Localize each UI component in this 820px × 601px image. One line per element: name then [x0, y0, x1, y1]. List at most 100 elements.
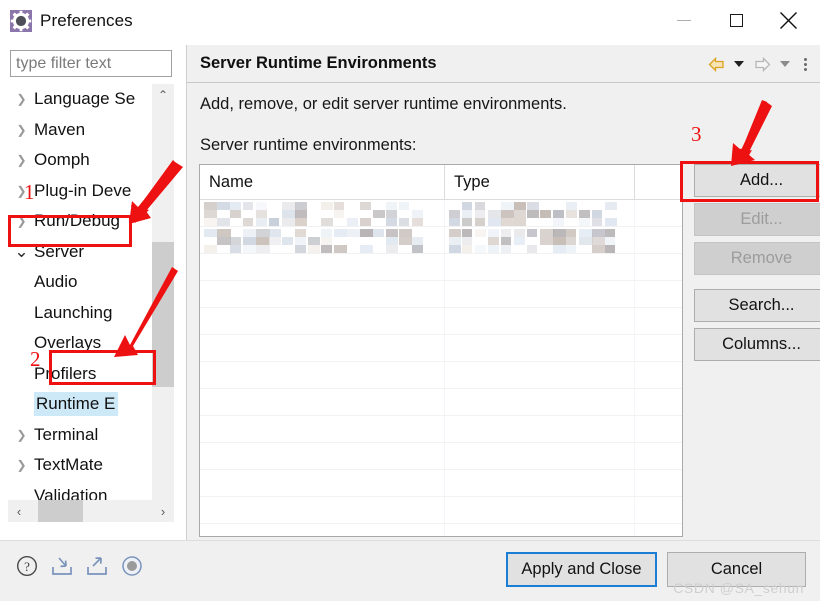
back-arrow-icon[interactable]: [706, 52, 726, 76]
tree-item-oomph[interactable]: ❯ Oomph: [8, 145, 158, 176]
tree-hscroll-thumb[interactable]: [38, 500, 83, 522]
redacted-pixel: [514, 210, 526, 218]
tree-item-language-se[interactable]: ❯ Language Se: [8, 84, 158, 115]
page-header: Server Runtime Environments: [187, 45, 820, 83]
redacted-pixel: [475, 245, 486, 253]
server-runtime-table[interactable]: Name Type: [199, 164, 683, 537]
redacted-pixel: [475, 202, 485, 210]
table-cell: [445, 335, 635, 361]
redacted-pixel: [334, 202, 344, 210]
tree-horizontal-scrollbar[interactable]: ‹ ›: [8, 500, 174, 522]
export-icon[interactable]: [84, 553, 110, 579]
vertical-dots-icon[interactable]: [798, 52, 812, 76]
chevron-right-icon[interactable]: ❯: [15, 428, 28, 442]
redacted-pixel: [488, 210, 502, 218]
window-controls: [658, 0, 820, 41]
preference-tree[interactable]: ❯ Language Se ❯ Maven ❯ Oomph ❯ Plug-in Deve ❯ Ru…: [8, 84, 174, 518]
redacted-pixel: [475, 229, 486, 237]
tree-item-label: Runtime E: [34, 392, 119, 417]
table-column-header[interactable]: [635, 165, 682, 199]
redacted-pixel: [514, 218, 526, 226]
chevron-right-icon[interactable]: ❯: [15, 184, 28, 198]
table-header-row: Name Type: [200, 165, 682, 200]
tree-item-profilers[interactable]: Profilers: [8, 359, 158, 390]
tree-item-label: Oomph: [34, 150, 90, 170]
search-button[interactable]: Search...: [694, 289, 820, 322]
scroll-right-icon[interactable]: ›: [152, 500, 174, 522]
redacted-pixel: [527, 245, 537, 253]
import-icon[interactable]: [49, 553, 75, 579]
redacted-pixel: [527, 202, 539, 210]
scroll-up-icon[interactable]: ⌃: [152, 84, 174, 106]
redacted-pixel: [553, 245, 566, 253]
columns-button[interactable]: Columns...: [694, 328, 820, 361]
redacted-pixel: [347, 229, 361, 237]
tree-vscroll-thumb[interactable]: [152, 242, 174, 387]
tree-item-maven[interactable]: ❯ Maven: [8, 115, 158, 146]
redacted-pixel: [230, 237, 241, 245]
table-cell: [445, 254, 635, 280]
table-empty-row: [200, 362, 682, 389]
forward-arrow-icon[interactable]: [752, 52, 772, 76]
apply-and-close-button[interactable]: Apply and Close: [506, 552, 657, 587]
redacted-pixel: [321, 202, 333, 210]
redacted-pixel: [321, 218, 333, 226]
table-column-header[interactable]: Type: [445, 165, 635, 199]
filter-input[interactable]: [10, 50, 172, 77]
redacted-pixel: [449, 237, 461, 245]
tree-item-launching[interactable]: Launching: [8, 298, 158, 329]
redacted-pixel: [553, 210, 564, 218]
help-icon[interactable]: ?: [14, 553, 40, 579]
table-empty-row: [200, 443, 682, 470]
tree-item-overlays[interactable]: Overlays: [8, 328, 158, 359]
remove-button: Remove: [694, 242, 820, 275]
tree-item-runtime-e[interactable]: Runtime E: [8, 389, 158, 420]
tree-item-label: Terminal: [34, 424, 99, 444]
redacted-pixel: [360, 218, 371, 226]
redacted-pixel: [256, 202, 267, 210]
tree-item-audio[interactable]: Audio: [8, 267, 158, 298]
table-empty-row: [200, 497, 682, 524]
scroll-left-icon[interactable]: ‹: [8, 500, 30, 522]
table-cell: [200, 335, 445, 361]
redacted-pixel: [501, 218, 514, 226]
redacted-pixel: [360, 202, 371, 210]
close-button[interactable]: [762, 0, 814, 41]
redacted-pixel: [566, 229, 576, 237]
redacted-pixel: [386, 229, 398, 237]
redacted-pixel: [243, 229, 256, 237]
tree-item-run-debug[interactable]: ❯ Run/Debug: [8, 206, 158, 237]
preferences-gear-icon: [8, 8, 34, 34]
redacted-pixel: [282, 202, 296, 210]
redacted-pixel: [412, 218, 423, 226]
tree-vertical-scrollbar[interactable]: ⌃ ⌄: [152, 84, 174, 518]
tree-item-label: Launching: [34, 302, 113, 322]
back-history-chevron-down-icon[interactable]: [729, 52, 749, 76]
chevron-right-icon[interactable]: ❯: [15, 153, 28, 167]
redacted-pixel: [592, 245, 605, 253]
chevron-right-icon[interactable]: ❯: [15, 214, 28, 228]
chevron-right-icon[interactable]: ❯: [15, 92, 28, 106]
chevron-right-icon[interactable]: ❯: [15, 123, 28, 137]
tree-item-terminal[interactable]: ❯ Terminal: [8, 420, 158, 451]
table-column-header[interactable]: Name: [200, 165, 445, 199]
redacted-pixel: [527, 210, 539, 218]
tree-item-plug-in-deve[interactable]: ❯ Plug-in Deve: [8, 176, 158, 207]
maximize-button[interactable]: [710, 0, 762, 41]
chevron-right-icon[interactable]: ❯: [15, 458, 28, 472]
table-row[interactable]: [200, 200, 682, 227]
redacted-pixel: [412, 245, 423, 253]
tree-item-textmate[interactable]: ❯ TextMate: [8, 450, 158, 481]
minimize-button[interactable]: [658, 0, 710, 41]
table-cell: [635, 416, 682, 442]
redacted-pixel: [334, 245, 347, 253]
table-row[interactable]: [200, 227, 682, 254]
add-button[interactable]: Add...: [694, 164, 820, 197]
table-cell: [445, 308, 635, 334]
tree-item-server[interactable]: ⌄ Server: [8, 237, 158, 268]
forward-history-chevron-down-icon[interactable]: [775, 52, 795, 76]
redacted-pixel: [308, 245, 320, 253]
restore-defaults-icon[interactable]: [119, 553, 145, 579]
page-title: Server Runtime Environments: [200, 54, 437, 72]
chevron-down-icon[interactable]: ⌄: [14, 242, 28, 259]
